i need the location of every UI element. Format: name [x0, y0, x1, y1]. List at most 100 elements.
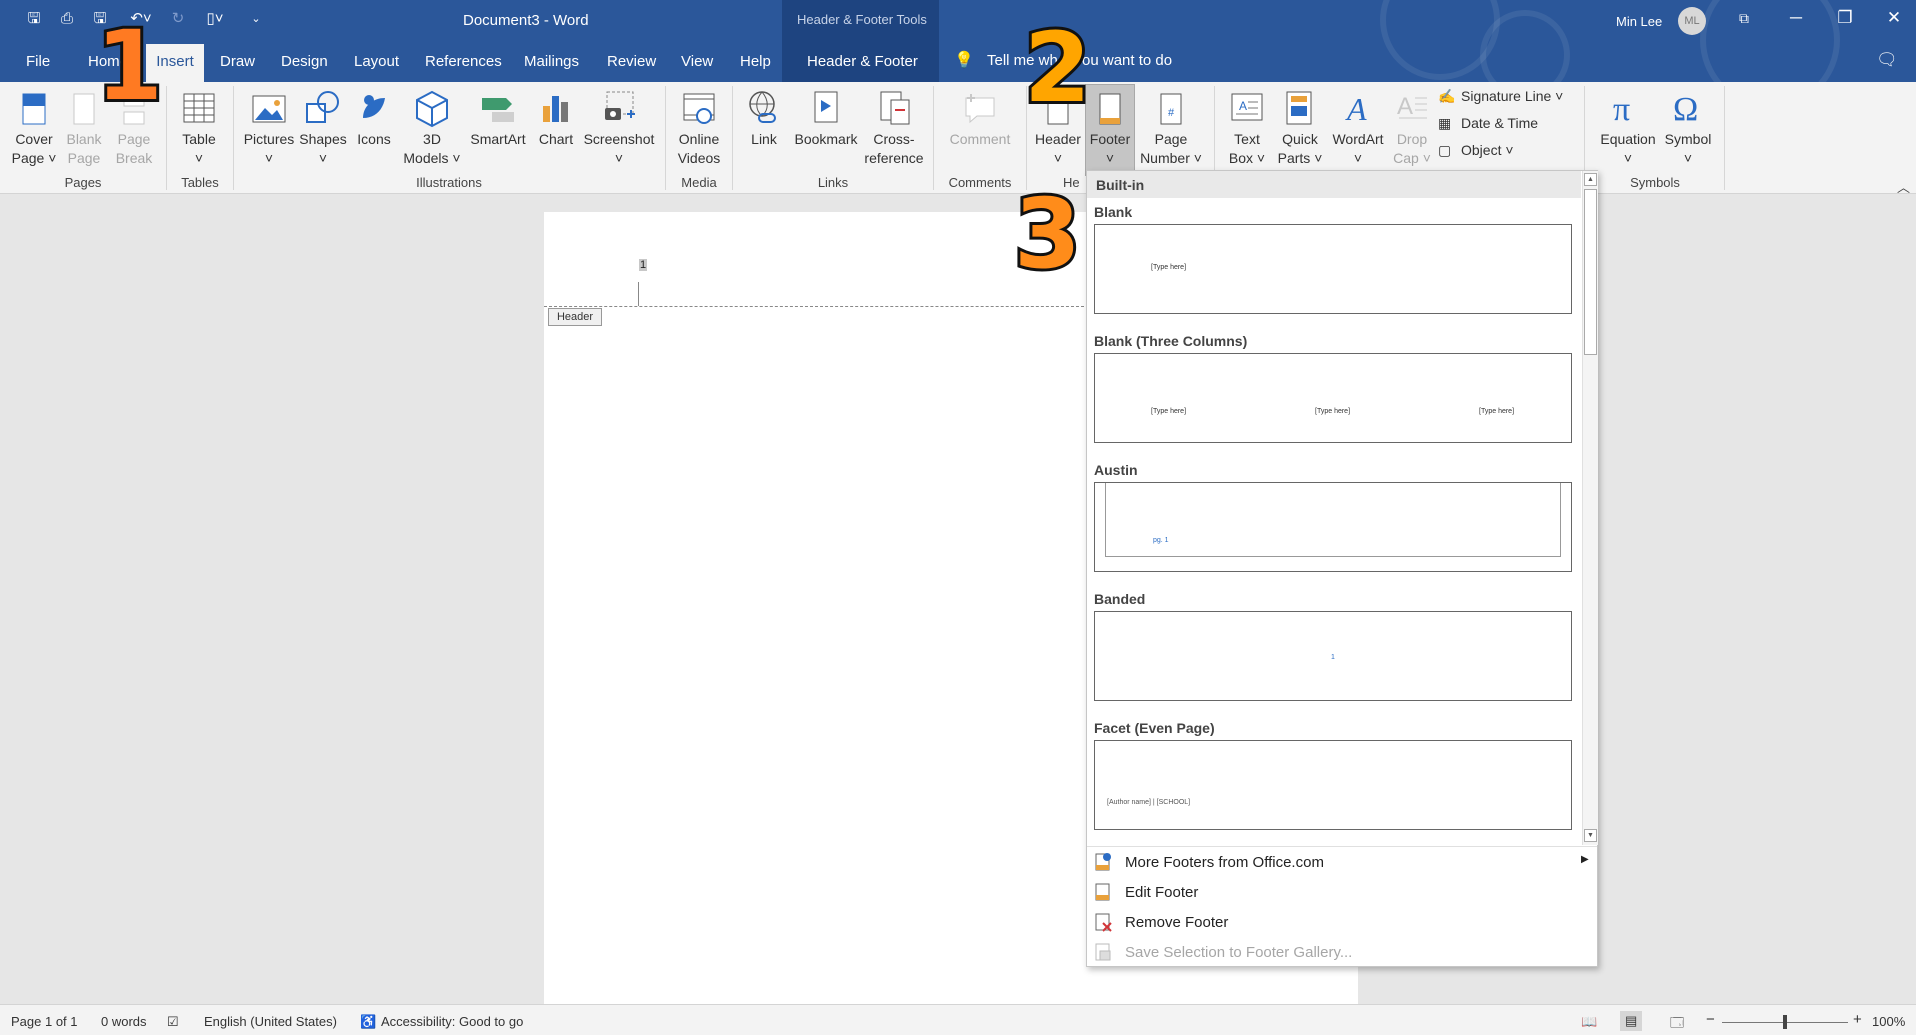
group-divider	[1724, 86, 1725, 190]
group-media: Media	[681, 175, 717, 190]
drop-cap-button: A Drop Cap ˅	[1389, 88, 1435, 168]
equation-button[interactable]: π Equation ˅	[1594, 88, 1662, 168]
smartart-label: SmartArt	[470, 131, 526, 147]
symbol-chevron: ˅	[1683, 150, 1693, 166]
object-button[interactable]: Object ˅	[1461, 142, 1514, 158]
cross-reference-label-2: reference	[864, 150, 924, 166]
tab-header-footer[interactable]: Header & Footer	[807, 53, 918, 70]
signature-line-button[interactable]: Signature Line ˅	[1461, 88, 1563, 104]
pictures-button[interactable]: Pictures ˅	[240, 88, 298, 168]
gallery-section-built-in: Built-in	[1087, 171, 1581, 198]
quick-parts-button[interactable]: Quick Parts ˅	[1273, 88, 1327, 168]
scroll-down-icon[interactable]: ▼	[1584, 829, 1597, 842]
tab-layout[interactable]: Layout	[354, 53, 399, 70]
page-number-button[interactable]: # Page Number ˅	[1137, 88, 1205, 168]
ribbon-display-options-icon[interactable]: ⧉	[1729, 4, 1759, 32]
cross-reference-button[interactable]: Cross- reference	[862, 88, 926, 168]
group-links: Links	[817, 175, 849, 190]
new-comment-icon	[965, 94, 995, 124]
gallery-item-facet-even-page[interactable]: [Author name] | [SCHOOL]	[1094, 740, 1572, 830]
video-icon	[683, 93, 715, 124]
zoom-level[interactable]: 100%	[1872, 1014, 1905, 1029]
close-icon[interactable]: ✕	[1879, 4, 1909, 32]
more-footers-menu-item[interactable]: More Footers from Office.com ▶	[1092, 850, 1592, 876]
minimize-icon[interactable]: ─	[1781, 4, 1811, 32]
tab-references[interactable]: References	[425, 53, 502, 70]
shapes-button[interactable]: Shapes ˅	[298, 88, 348, 168]
proofing-icon[interactable]: ☑	[167, 1014, 179, 1030]
menu-item-label: Edit Footer	[1125, 884, 1199, 901]
table-button[interactable]: Table ˅	[175, 88, 223, 168]
gallery-item-banded[interactable]: 1	[1094, 611, 1572, 701]
page-number-label-2: Number ˅	[1140, 150, 1202, 166]
step-number-3: 3	[1011, 178, 1084, 290]
text-box-button[interactable]: A Text Box ˅	[1221, 88, 1273, 168]
header-tag: Header	[548, 308, 602, 326]
ribbon: Cover Page ˅ Blank Page Page Break Pages…	[0, 82, 1916, 196]
restore-icon[interactable]: ❐	[1830, 4, 1860, 32]
header-page-number[interactable]: 1	[639, 259, 648, 271]
footer-button[interactable]: Footer ˅	[1085, 88, 1135, 168]
print-layout-icon[interactable]: ▤	[1620, 1011, 1643, 1031]
online-videos-button[interactable]: Online Videos	[670, 88, 728, 168]
collapse-ribbon-icon[interactable]: ︿	[1897, 177, 1910, 196]
zoom-out-icon[interactable]: −	[1706, 1011, 1715, 1028]
group-tables: Tables	[181, 175, 219, 190]
wordart-button[interactable]: A WordArt ˅	[1327, 88, 1389, 168]
language[interactable]: English (United States)	[204, 1014, 337, 1029]
smartart-button[interactable]: SmartArt	[464, 88, 532, 149]
save-icon[interactable]: 🖫	[24, 9, 44, 29]
cover-page-button[interactable]: Cover Page ˅	[6, 88, 62, 168]
page-number-label: Page	[1154, 131, 1188, 147]
page-break-label: Page	[117, 131, 151, 147]
document-title: Document3 - Word	[463, 12, 589, 29]
screenshot-button[interactable]: Screenshot ˅	[580, 88, 658, 168]
page-count[interactable]: Page 1 of 1	[11, 1014, 78, 1029]
print-preview-icon[interactable]: ⎙	[57, 9, 77, 29]
gallery-scrollbar[interactable]: ▲ ▼	[1582, 171, 1598, 845]
accessibility-status[interactable]: Accessibility: Good to go	[381, 1014, 523, 1029]
tab-view[interactable]: View	[681, 53, 713, 70]
icons-button[interactable]: Icons	[350, 88, 398, 149]
chart-button[interactable]: Chart	[534, 88, 578, 149]
step-number-1: 1	[93, 10, 166, 122]
symbol-button[interactable]: Ω Symbol ˅	[1660, 88, 1716, 168]
quick-parts-label-2: Parts ˅	[1277, 150, 1323, 166]
page-break-label-2: Break	[115, 150, 153, 166]
avatar[interactable]: ML	[1678, 7, 1706, 35]
smartart-icon	[482, 98, 514, 122]
link-button[interactable]: Link	[740, 88, 788, 149]
signature-line-icon: ✍	[1438, 88, 1456, 104]
layout-icon[interactable]: ▯˅	[198, 9, 232, 29]
remove-footer-menu-item[interactable]: Remove Footer	[1092, 910, 1592, 936]
zoom-slider-thumb[interactable]	[1783, 1015, 1787, 1029]
tab-draw[interactable]: Draw	[220, 53, 255, 70]
scroll-thumb[interactable]	[1584, 189, 1597, 355]
customize-quick-access-icon[interactable]: ⌄	[246, 9, 266, 29]
gallery-item-blank[interactable]: [Type here]	[1094, 224, 1572, 314]
bookmark-button[interactable]: Bookmark	[790, 88, 862, 149]
scroll-up-icon[interactable]: ▲	[1584, 173, 1597, 186]
menu-divider	[1087, 846, 1597, 847]
tab-help[interactable]: Help	[740, 53, 771, 70]
user-name[interactable]: Min Lee	[1616, 14, 1662, 29]
gallery-item-blank-three-columns[interactable]: [Type here] [Type here] [Type here]	[1094, 353, 1572, 443]
edit-footer-menu-item[interactable]: Edit Footer	[1092, 880, 1592, 906]
tab-design[interactable]: Design	[281, 53, 328, 70]
blank-page-label-2: Page	[67, 150, 101, 166]
comments-icon[interactable]: 🗨	[1876, 50, 1898, 70]
read-mode-icon[interactable]: 📖	[1581, 1014, 1597, 1030]
web-layout-icon[interactable]: 🗔	[1670, 1014, 1684, 1035]
status-bar: Page 1 of 1 0 words ☑ English (United St…	[0, 1004, 1916, 1035]
cover-page-icon	[22, 93, 46, 125]
wordart-icon: A	[1345, 91, 1367, 127]
tab-mailings[interactable]: Mailings	[524, 53, 579, 70]
zoom-in-icon[interactable]: +	[1853, 1011, 1862, 1028]
tab-file[interactable]: File	[26, 53, 50, 70]
gallery-item-austin[interactable]: pg. 1	[1094, 482, 1572, 572]
word-count[interactable]: 0 words	[101, 1014, 147, 1029]
cover-page-label: Cover	[15, 131, 53, 147]
tab-review[interactable]: Review	[607, 53, 656, 70]
date-time-button[interactable]: Date & Time	[1461, 115, 1538, 131]
3d-models-button[interactable]: 3D Models ˅	[400, 88, 464, 168]
